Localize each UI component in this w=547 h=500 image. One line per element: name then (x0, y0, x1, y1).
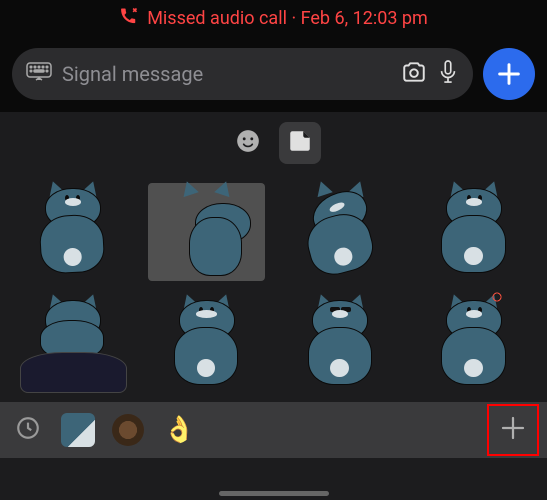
emoji-smile-icon (235, 128, 261, 158)
pack-hands[interactable] (156, 408, 200, 452)
sticker-panel (0, 112, 547, 500)
clock-icon (15, 415, 41, 445)
pack-thumb-hand-icon (163, 415, 193, 445)
missed-call-icon (119, 6, 139, 31)
pack-thumb-cat-icon (61, 413, 95, 447)
missed-call-banner[interactable]: Missed audio call · Feb 6, 12:03 pm (0, 0, 547, 36)
pack-thumb-lion-icon (112, 414, 144, 446)
home-indicator[interactable] (219, 491, 329, 496)
compose-plus-button[interactable] (483, 48, 535, 100)
panel-tabs (0, 112, 547, 174)
add-sticker-pack-button[interactable] (487, 404, 539, 456)
sticker-cat-unamused[interactable] (409, 178, 539, 286)
sticker-grid (0, 174, 547, 402)
sticker-cat-smug[interactable] (142, 290, 272, 398)
message-input-container[interactable]: Signal message (12, 48, 473, 100)
sticker-cat-angry[interactable] (409, 290, 539, 398)
plus-icon (498, 413, 528, 447)
sticker-cat-peeking[interactable] (142, 178, 272, 286)
tab-stickers[interactable] (279, 122, 321, 164)
microphone-icon[interactable] (437, 59, 459, 89)
pack-lion[interactable] (106, 408, 150, 452)
sticker-cat-cool[interactable] (276, 290, 406, 398)
camera-icon[interactable] (401, 59, 427, 89)
sticker-pack-bar (0, 402, 547, 458)
pack-recent[interactable] (6, 408, 50, 452)
sticker-icon (287, 128, 313, 158)
missed-call-text: Missed audio call · Feb 6, 12:03 pm (147, 8, 428, 29)
pack-bluecat[interactable] (56, 408, 100, 452)
tab-emoji[interactable] (227, 122, 269, 164)
message-placeholder: Signal message (62, 62, 391, 86)
composer-row: Signal message (0, 36, 547, 112)
keyboard-icon[interactable] (26, 62, 52, 86)
sticker-cat-thumbsup[interactable] (8, 178, 138, 286)
sticker-cat-sleeping[interactable] (8, 290, 138, 398)
sticker-cat-laughing[interactable] (276, 178, 406, 286)
